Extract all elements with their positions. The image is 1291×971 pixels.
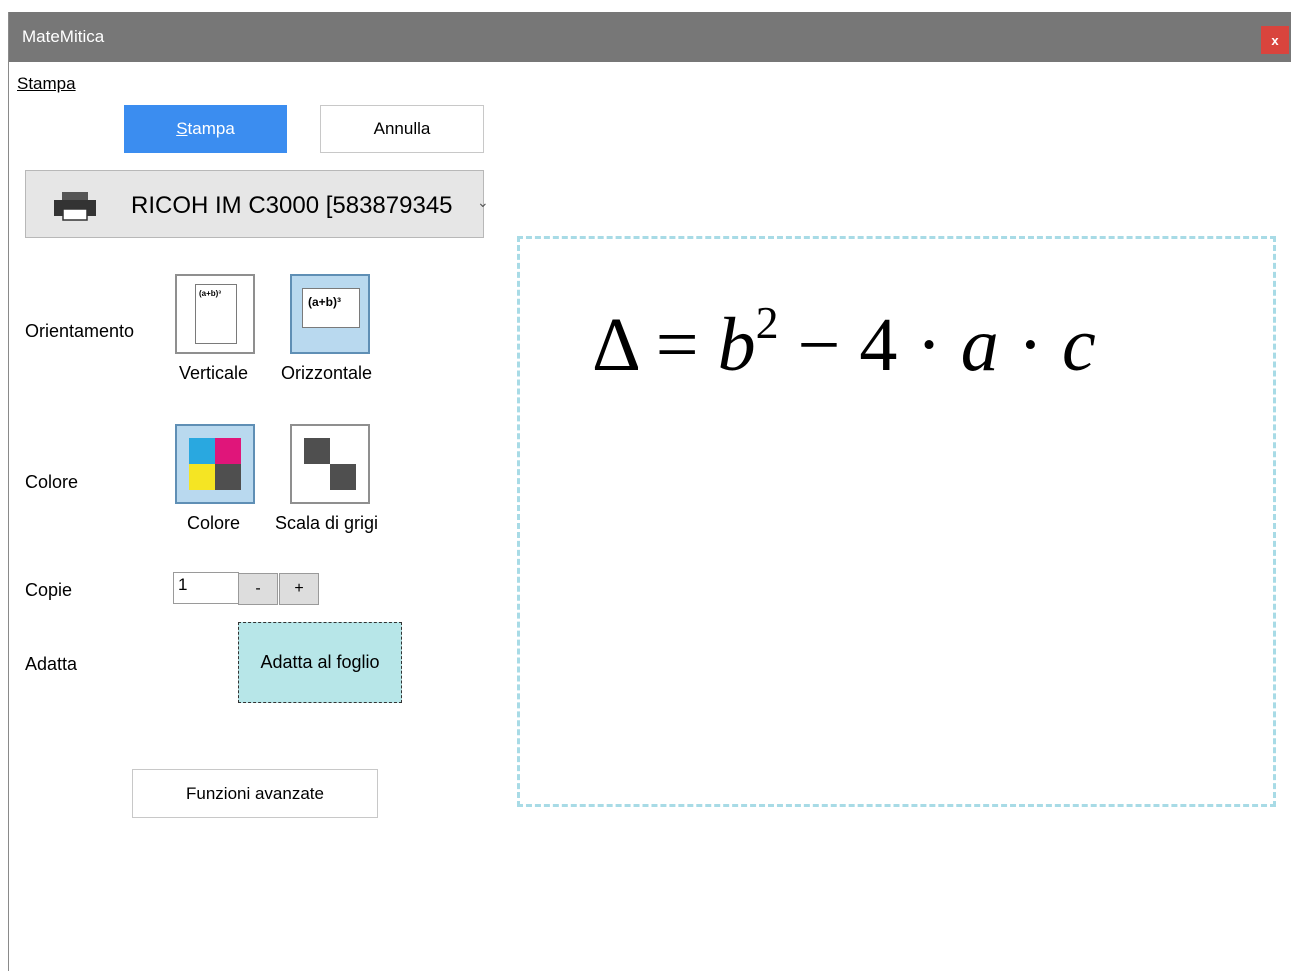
landscape-page-icon: (a+b)³ <box>302 288 360 328</box>
copies-decrement-button[interactable]: - <box>238 573 278 605</box>
copies-input[interactable]: 1 <box>173 572 239 604</box>
advanced-functions-button[interactable]: Funzioni avanzate <box>132 769 378 818</box>
window-title: MateMitica <box>22 27 105 46</box>
title-bar[interactable]: MateMitica x <box>9 12 1291 62</box>
grayscale-caption: Scala di grigi <box>275 513 379 533</box>
formula-b: b <box>717 303 756 387</box>
color-label: Colore <box>25 472 79 492</box>
vertical-caption: Verticale <box>179 363 249 383</box>
stampa-menu-label: Stampa <box>17 74 76 94</box>
copies-increment-button[interactable]: + <box>279 573 319 605</box>
printer-select[interactable]: RICOH IM C3000 [583879345 ⌄ <box>25 170 489 238</box>
cancel-button[interactable]: Annulla <box>320 105 484 153</box>
formula-exponent: 2 <box>755 296 779 348</box>
orientation-vertical-option[interactable]: (a+b)³ <box>175 274 255 354</box>
print-button[interactable]: Stampa <box>124 105 287 153</box>
close-button[interactable]: x <box>1261 26 1289 54</box>
copies-label: Copie <box>25 580 73 600</box>
print-preview-area: Δ = b2 − 4 · a · c <box>517 236 1276 807</box>
fit-to-page-button[interactable]: Adatta al foglio <box>238 622 402 703</box>
formula-minus-four: − 4 · <box>778 303 961 387</box>
stampa-menu-text: Stampa <box>17 74 76 93</box>
landscape-page-text: (a+b)³ <box>308 295 341 309</box>
orientation-label: Orientamento <box>25 321 135 341</box>
grayscale-option[interactable] <box>290 424 370 504</box>
print-dialog-window: MateMitica x Stampa Stampa Annulla RICOH… <box>8 12 1291 971</box>
formula-preview: Δ = b2 − 4 · a · c <box>592 299 1096 383</box>
portrait-page-icon: (a+b)³ <box>195 284 237 344</box>
color-swatch-icon <box>189 438 241 490</box>
horizontal-caption: Orizzontale <box>281 363 373 383</box>
formula-equals: = <box>636 303 718 387</box>
printer-icon <box>54 192 96 221</box>
grayscale-swatch-icon <box>304 438 356 490</box>
color-option[interactable] <box>175 424 255 504</box>
formula-dot: · <box>998 303 1063 387</box>
formula-delta: Δ <box>592 303 637 387</box>
chevron-down-icon: ⌄ <box>477 194 489 210</box>
printer-name: RICOH IM C3000 [583879345 <box>131 192 453 219</box>
formula-a: a <box>960 303 999 387</box>
formula-c: c <box>1062 303 1096 387</box>
fit-label: Adatta <box>25 654 78 674</box>
portrait-page-text: (a+b)³ <box>199 289 221 298</box>
orientation-horizontal-option[interactable]: (a+b)³ <box>290 274 370 354</box>
color-caption: Colore <box>187 513 241 533</box>
